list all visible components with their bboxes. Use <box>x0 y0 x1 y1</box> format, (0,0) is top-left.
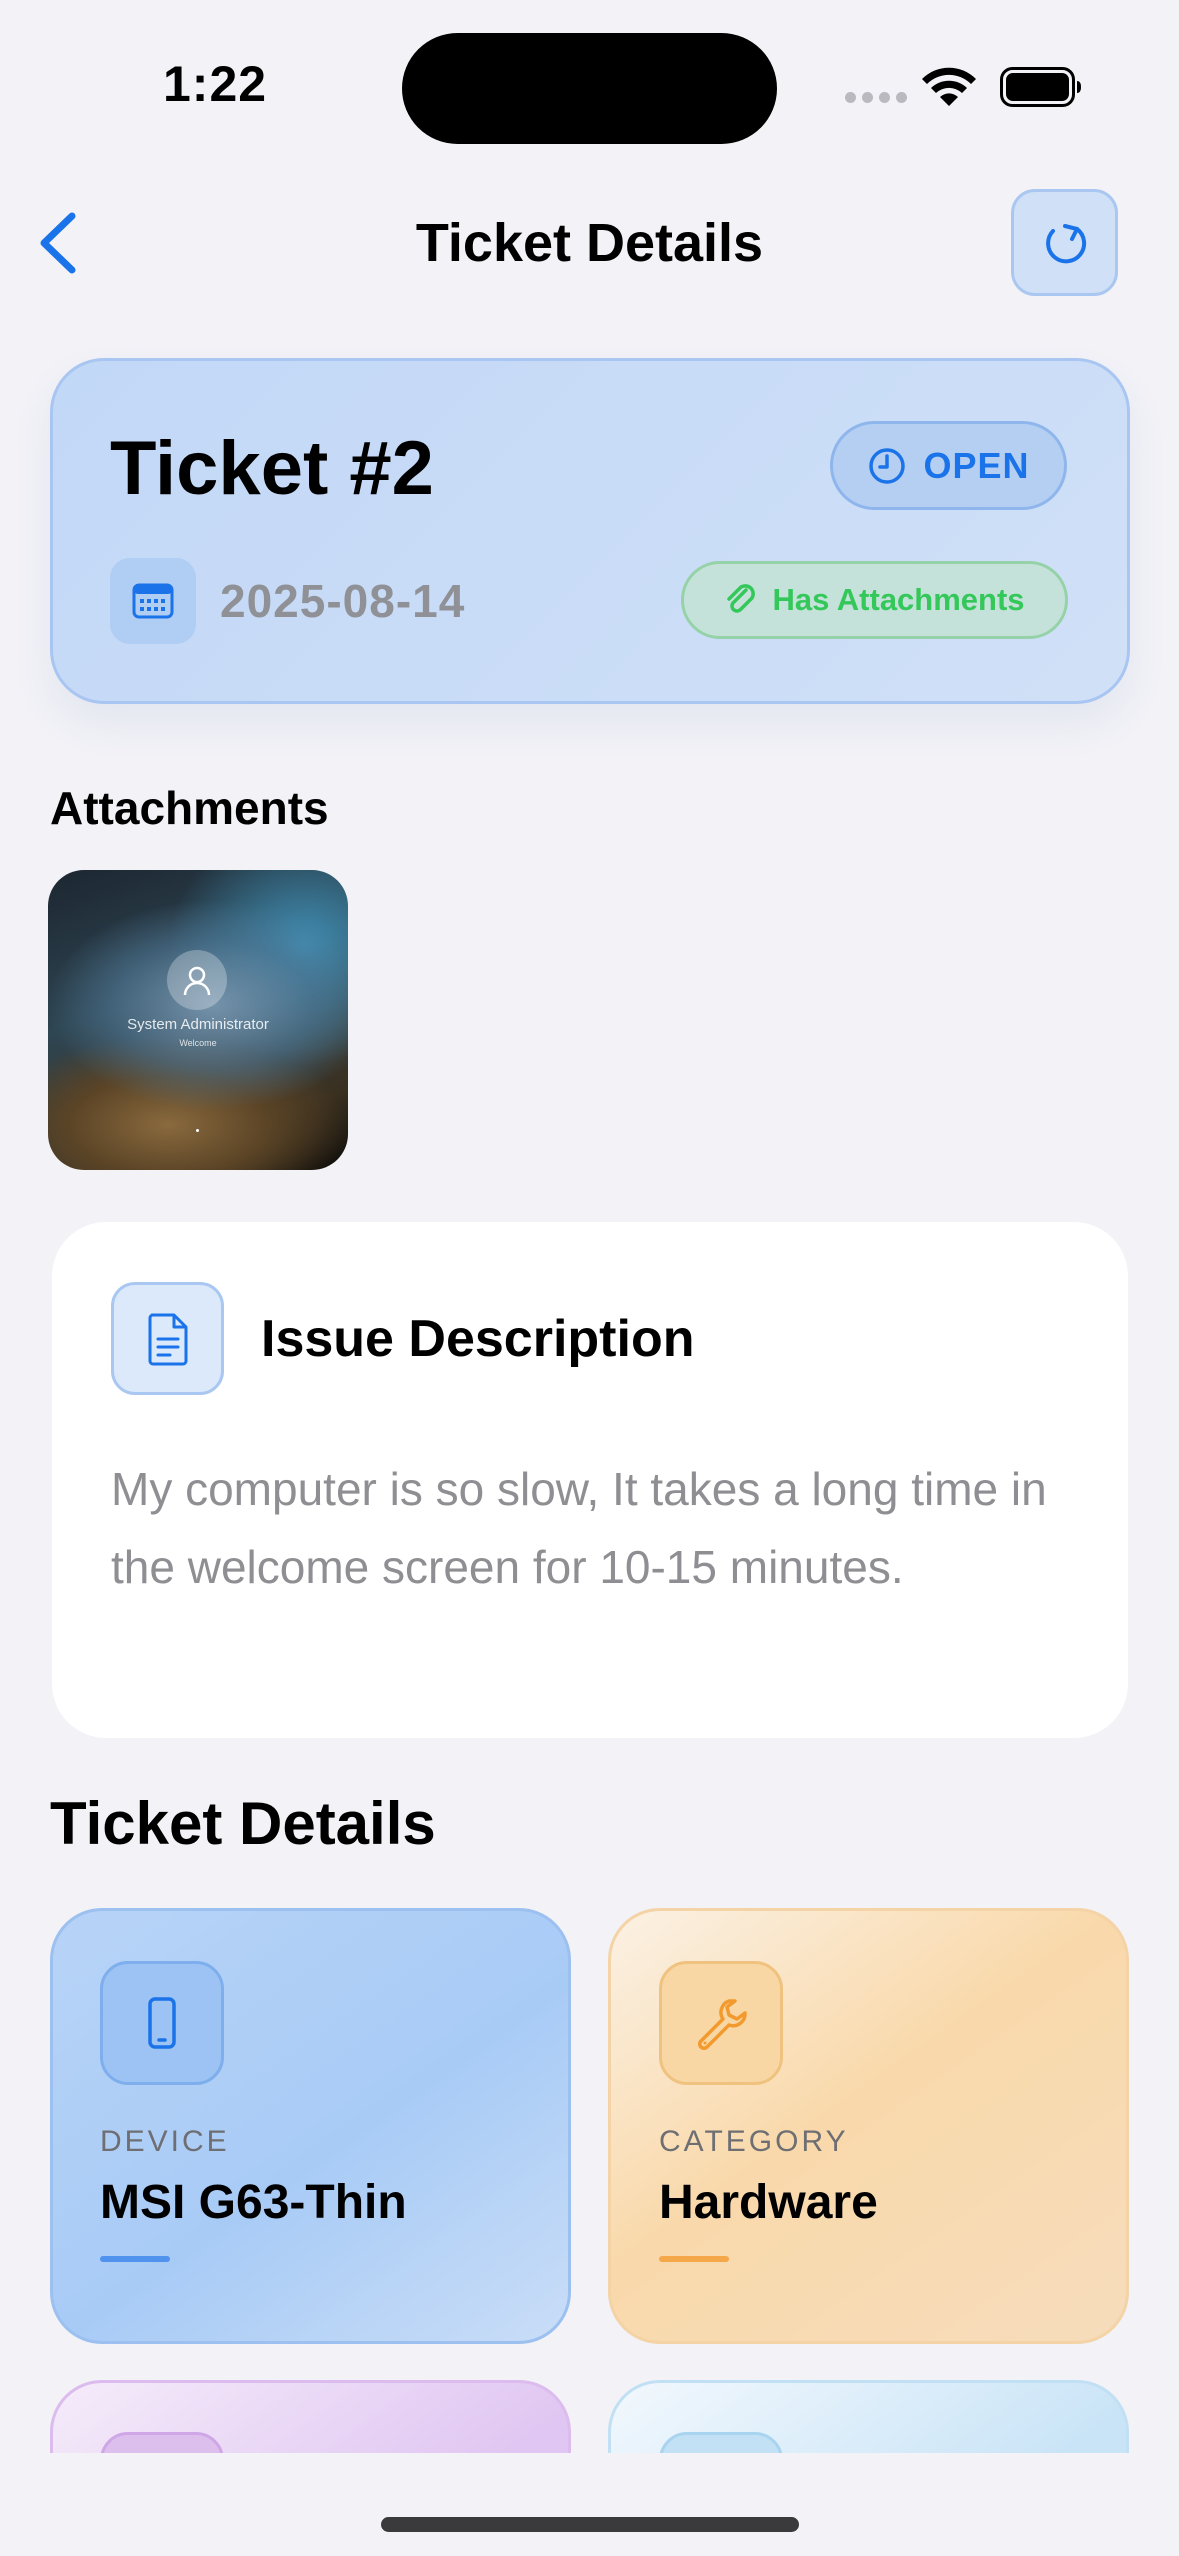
description-title: Issue Description <box>261 1310 695 1368</box>
thumbnail-dot <box>196 1129 199 1132</box>
device-value: MSI G63-Thin <box>100 2176 407 2229</box>
user-icon <box>167 950 227 1010</box>
home-indicator[interactable] <box>381 2517 799 2532</box>
battery-icon <box>1000 67 1082 112</box>
calendar-icon <box>132 583 174 619</box>
thumbnail-caption: System Administrator <box>127 1016 269 1033</box>
wifi-icon <box>920 64 978 113</box>
cellular-signal-icon <box>845 92 907 103</box>
ticket-header-card <box>50 358 1130 704</box>
device-accent-line <box>100 2256 170 2262</box>
attachment-thumbnail[interactable]: System Administrator Welcome <box>48 870 348 1170</box>
attachments-badge-label: Has Attachments <box>772 582 1025 617</box>
category-value: Hardware <box>659 2176 878 2229</box>
device-icon-box <box>100 1961 224 2085</box>
thumbnail-subcaption: Welcome <box>179 1038 217 1048</box>
attachments-badge: Has Attachments <box>681 561 1068 639</box>
clock-icon <box>869 447 906 484</box>
page-title: Ticket Details <box>415 213 764 273</box>
calendar-icon-box <box>110 558 196 644</box>
document-icon <box>148 1313 187 1365</box>
document-icon-box <box>111 1282 224 1395</box>
details-heading: Ticket Details <box>50 1790 436 1857</box>
description-text: My computer is so slow, It takes a long … <box>111 1463 1047 1593</box>
paperclip-icon <box>727 584 756 613</box>
wrench-icon <box>698 1999 747 2050</box>
dynamic-island <box>402 33 777 144</box>
refresh-icon <box>1045 223 1086 263</box>
status-badge: OPEN <box>830 421 1067 510</box>
category-accent-line <box>659 2256 729 2262</box>
attachments-heading: Attachments <box>50 782 329 834</box>
status-label: OPEN <box>923 444 1030 486</box>
ticket-title: Ticket #2 <box>110 426 434 511</box>
refresh-button[interactable] <box>1011 189 1118 296</box>
bottom-bar <box>0 2453 1179 2556</box>
category-icon-box <box>659 1961 783 2085</box>
device-label: DEVICE <box>100 2125 230 2158</box>
category-label: CATEGORY <box>659 2125 849 2158</box>
ticket-date: 2025-08-14 <box>220 575 466 627</box>
phone-icon <box>148 1997 176 2049</box>
status-time: 1:22 <box>163 56 268 112</box>
